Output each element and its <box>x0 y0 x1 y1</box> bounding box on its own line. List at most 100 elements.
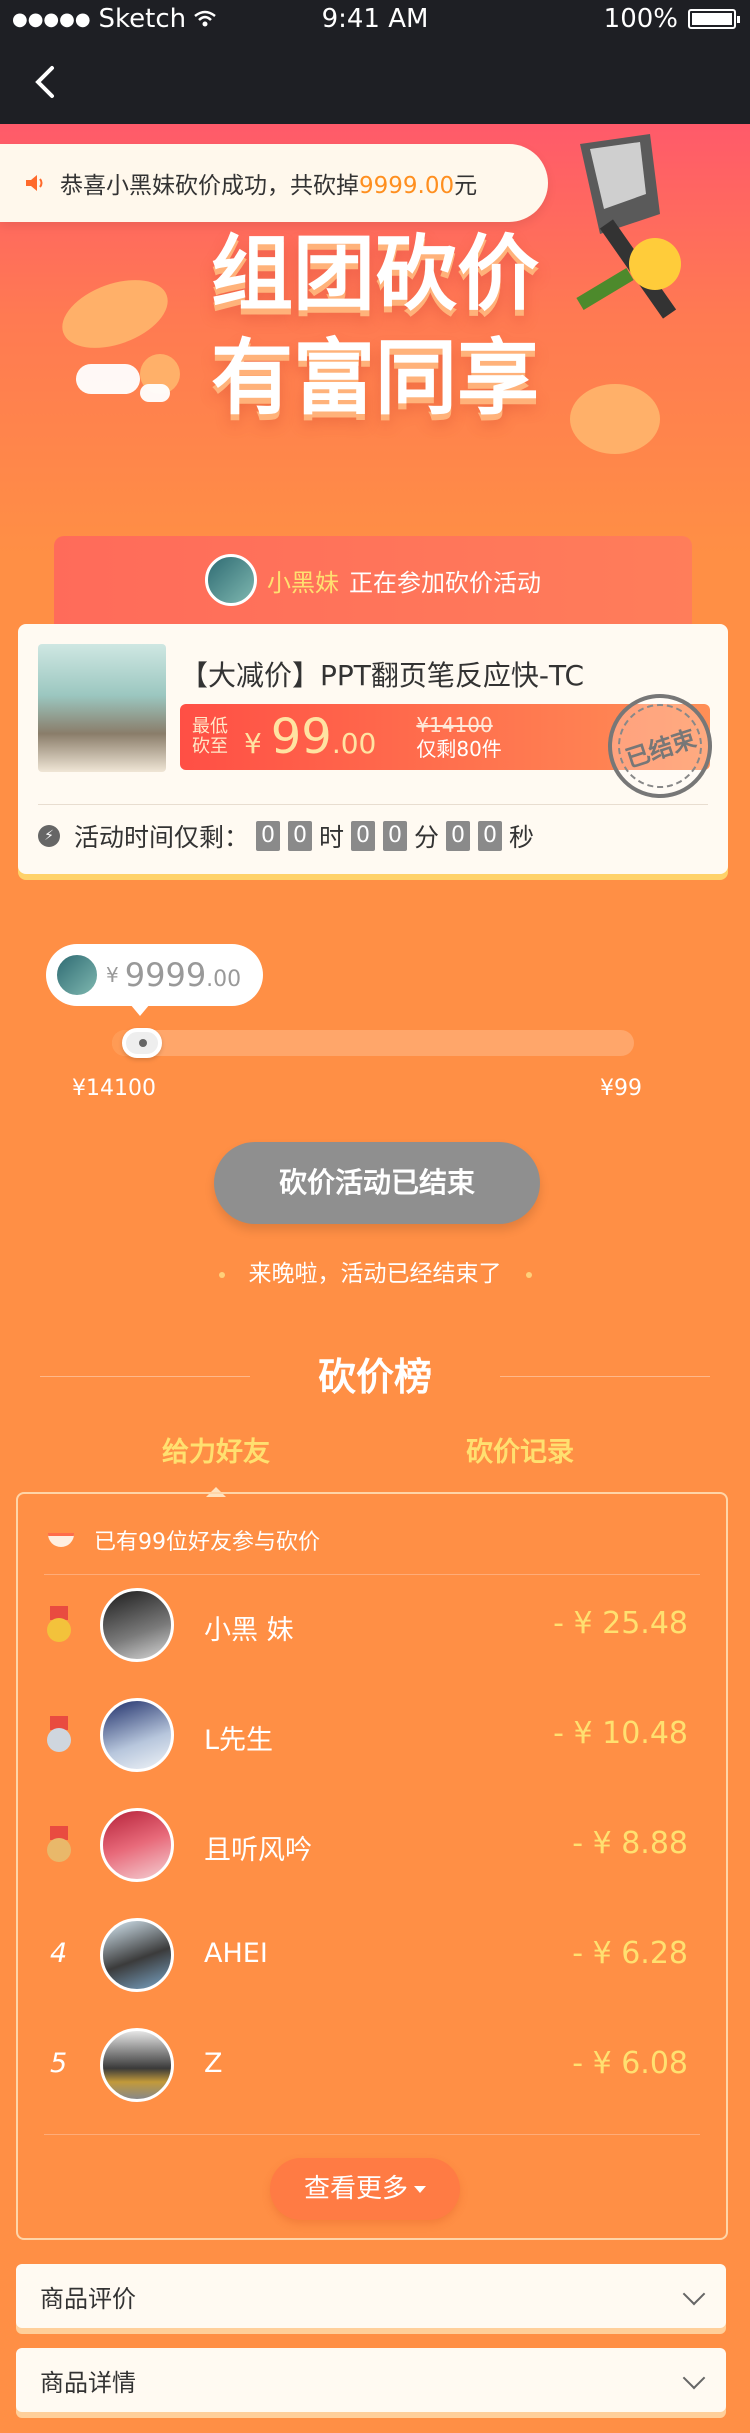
friend-name: L先生 <box>204 1725 274 1756</box>
divider <box>500 1376 710 1377</box>
timer-digit: 0 <box>446 821 471 851</box>
avatar <box>100 1808 174 1882</box>
details-label: 商品详情 <box>40 2368 136 2397</box>
success-notice: 恭喜小黑妹砍价成功，共砍掉9999.00元 <box>0 144 548 222</box>
ranking-tabs: 给力好友 砍价记录 <box>0 1430 750 1497</box>
rank-number: 5 <box>50 2048 68 2079</box>
stock-left: 仅剩80件 <box>416 737 502 761</box>
notice-text: 恭喜小黑妹砍价成功，共砍掉9999.00元 <box>60 166 477 200</box>
bowl-icon <box>48 1533 74 1547</box>
timer-unit-hour: 时 <box>319 823 345 852</box>
rank-number: 4 <box>50 1938 68 1969</box>
ended-stamp: 已结束 <box>594 680 726 812</box>
notice-unit: 元 <box>454 173 478 199</box>
friend-count: 已有99位好友参与砍价 <box>48 1524 320 1556</box>
friend-amount: - ¥ 8.88 <box>572 1826 688 1861</box>
hero-banner: 恭喜小黑妹砍价成功，共砍掉9999.00元 组团砍价 有富同享 <box>0 124 750 554</box>
reviews-section[interactable]: 商品评价 <box>16 2264 726 2328</box>
friend-name: AHEI <box>204 1938 268 1969</box>
avatar <box>205 554 257 606</box>
details-section[interactable]: 商品详情 <box>16 2348 726 2412</box>
participant-banner: 小黑妹 正在参加砍价活动 <box>54 536 692 624</box>
list-item[interactable]: 4 AHEI - ¥ 6.28 <box>18 1906 728 2006</box>
avatar <box>100 1918 174 1992</box>
list-item[interactable]: 5 Z - ¥ 6.08 <box>18 2016 728 2116</box>
friend-amount: - ¥ 25.48 <box>553 1606 688 1641</box>
progress-track <box>112 1030 634 1056</box>
price-integer: 99 <box>270 709 332 765</box>
lightning-icon: ⚡ <box>38 825 60 847</box>
timer-digit: 0 <box>288 821 313 851</box>
bronze-medal-icon <box>44 1826 74 1866</box>
price-label-line-1: 最低 <box>192 716 228 737</box>
list-item[interactable]: 小黑 妹 - ¥ 25.48 <box>18 1576 728 1676</box>
timer-digit: 0 <box>256 821 281 851</box>
friend-amount: - ¥ 6.28 <box>572 1936 688 1971</box>
list-item[interactable]: L先生 - ¥ 10.48 <box>18 1686 728 1786</box>
progress-knob <box>122 1028 162 1058</box>
countdown-timer: ⚡ 活动时间仅剩： 00 时 00 分 00 秒 <box>38 818 534 854</box>
view-more-label: 查看更多 <box>303 2174 408 2204</box>
price-label: 最低 砍至 <box>180 717 238 757</box>
late-message-text: 来晚啦，活动已经结束了 <box>248 1261 502 1287</box>
activity-ended-button[interactable]: 砍价活动已结束 <box>214 1142 540 1224</box>
product-card[interactable]: 【大减价】PPT翻页笔反应快-TC 最低 砍至 ¥ 99.00 ¥14100 仅… <box>18 624 728 874</box>
product-title: 【大减价】PPT翻页笔反应快-TC <box>180 659 584 692</box>
timer-unit-minute: 分 <box>414 823 440 852</box>
tab-records[interactable]: 砍价记录 <box>466 1430 574 1469</box>
bubble-currency: ¥ <box>106 963 119 987</box>
silver-medal-icon <box>44 1716 74 1756</box>
battery-icon <box>688 9 740 29</box>
hero-title-line-2: 有富同享 <box>210 330 539 426</box>
lowest-price: ¥ 99.00 <box>244 709 376 765</box>
back-arrow-icon[interactable] <box>26 62 66 102</box>
divider <box>38 804 708 805</box>
list-item[interactable]: 且听风吟 - ¥ 8.88 <box>18 1796 728 1896</box>
chevron-down-icon <box>682 2366 706 2390</box>
status-bar: ●●●●● Sketch 9:41 AM 100% <box>0 0 750 40</box>
timer-digit: 0 <box>383 821 408 851</box>
view-more-button[interactable]: 查看更多 <box>270 2158 460 2220</box>
avatar <box>100 1698 174 1772</box>
participant-name: 小黑妹 <box>267 568 339 597</box>
range-max-label: ¥99 <box>600 1076 642 1101</box>
battery-percent: 100% <box>603 4 678 34</box>
participant-action: 正在参加砍价活动 <box>349 568 541 597</box>
friend-name: 小黑 妹 <box>204 1615 294 1646</box>
hero-title: 组团砍价 有富同享 <box>150 222 600 430</box>
reviews-label: 商品评价 <box>40 2284 136 2313</box>
avatar <box>100 1588 174 1662</box>
divider <box>44 2134 700 2135</box>
friend-count-text: 已有99位好友参与砍价 <box>94 1530 320 1555</box>
range-min-label: ¥14100 <box>72 1076 156 1101</box>
gold-medal-icon <box>44 1606 74 1646</box>
bubble-amount: 9999.00 <box>125 956 241 994</box>
notice-prefix: 恭喜小黑妹砍价成功，共砍掉 <box>60 173 359 199</box>
price-currency: ¥ <box>244 727 262 760</box>
notice-amount: 9999.00 <box>359 173 455 199</box>
price-side-info: ¥14100 仅剩80件 <box>416 713 501 761</box>
avatar <box>100 2028 174 2102</box>
decor-dot <box>525 1271 532 1278</box>
avatar <box>54 952 100 998</box>
bubble-amount-int: 9999 <box>124 956 207 994</box>
divider <box>44 1574 700 1575</box>
late-message: 来晚啦，活动已经结束了 <box>0 1254 750 1288</box>
friend-name: Z <box>204 2048 223 2079</box>
timer-label: 活动时间仅剩： <box>74 823 250 852</box>
decor-cloud <box>76 364 140 394</box>
chevron-down-icon <box>682 2282 706 2306</box>
nav-bar <box>0 40 750 124</box>
timer-digit: 0 <box>478 821 503 851</box>
original-price: ¥14100 <box>416 713 493 737</box>
friend-amount: - ¥ 6.08 <box>572 2046 688 2081</box>
product-image[interactable] <box>38 644 166 772</box>
timer-unit-second: 秒 <box>509 823 535 852</box>
price-label-line-2: 砍至 <box>192 736 228 757</box>
friend-amount: - ¥ 10.48 <box>553 1716 688 1751</box>
ranking-title: 砍价榜 <box>317 1355 432 1399</box>
hero-title-line-1: 组团砍价 <box>210 226 539 322</box>
decor-dot <box>218 1271 225 1278</box>
price-decimal: .00 <box>331 727 377 760</box>
tab-friends[interactable]: 给力好友 <box>162 1430 270 1497</box>
